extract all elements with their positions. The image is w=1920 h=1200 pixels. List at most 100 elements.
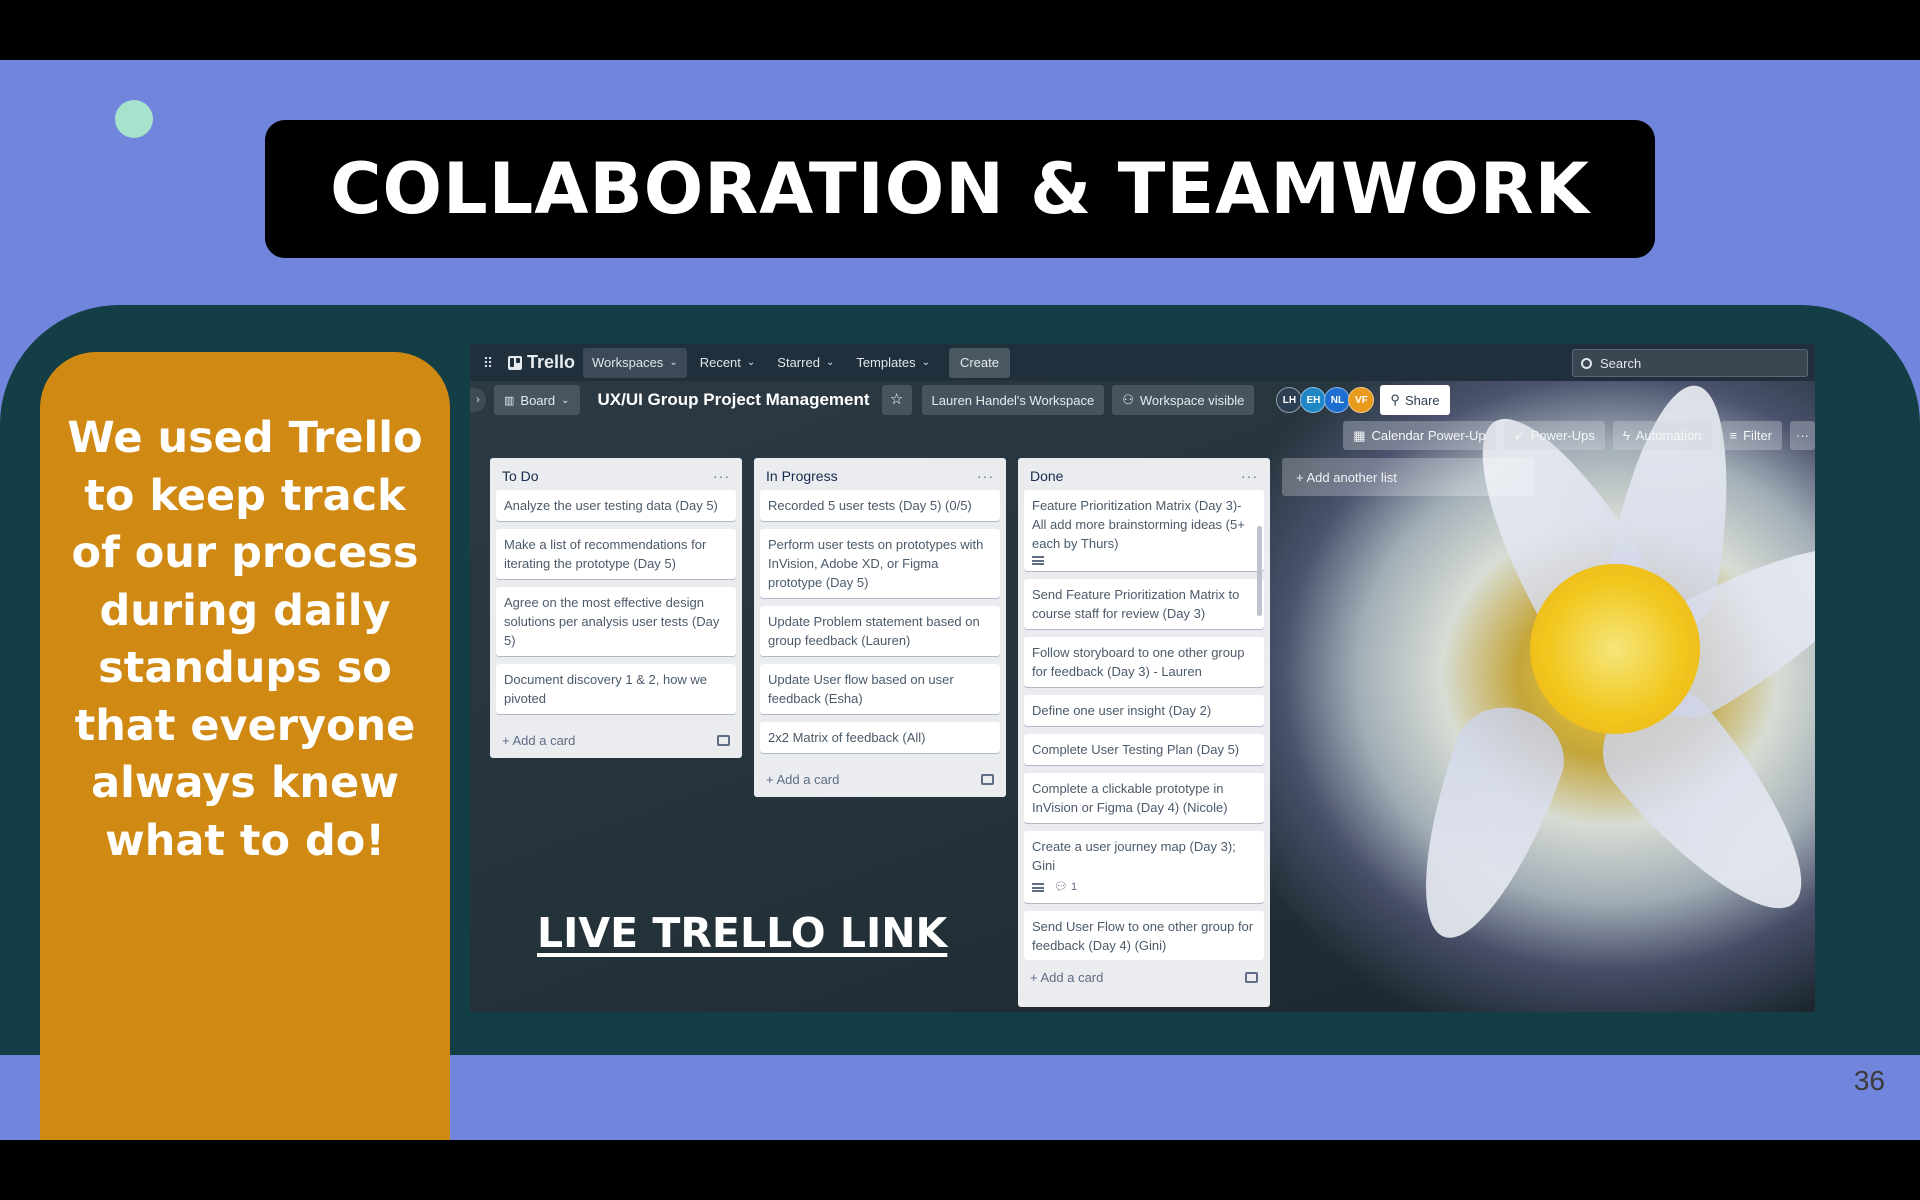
chevron-down-icon: ⌄ xyxy=(746,357,756,368)
board-header: › ▥ Board ⌄ UX/UI Group Project Manageme… xyxy=(470,382,1815,418)
list-card[interactable]: Update User flow based on user feedback … xyxy=(760,664,1000,714)
sidebar-expand-button[interactable]: › xyxy=(470,388,486,412)
slide-title: COLLABORATION & TEAMWORK xyxy=(330,148,1590,230)
list-card[interactable]: Feature Prioritization Matrix (Day 3)- A… xyxy=(1024,490,1264,571)
list-to-do: To Do ··· Analyze the user testing data … xyxy=(490,458,742,758)
filter-button[interactable]: ≡ Filter xyxy=(1719,421,1782,450)
list-menu-icon[interactable]: ··· xyxy=(1241,468,1258,484)
trello-top-nav: ⠿ Trello Workspaces ⌄ Recent ⌄ Starred ⌄… xyxy=(470,344,1815,381)
list-card[interactable]: Follow storyboard to one other group for… xyxy=(1024,637,1264,687)
powerups-button[interactable]: ➶ Power-Ups xyxy=(1503,421,1605,450)
title-banner: COLLABORATION & TEAMWORK xyxy=(265,120,1655,258)
nav-label: Workspaces xyxy=(592,355,664,370)
list-done: Done ··· Feature Prioritization Matrix (… xyxy=(1018,458,1270,1007)
list-scrollbar[interactable] xyxy=(1257,526,1262,616)
nav-templates[interactable]: Templates ⌄ xyxy=(847,348,939,378)
list-card[interactable]: Send User Flow to one other group for fe… xyxy=(1024,911,1264,960)
avatar[interactable]: EH xyxy=(1300,387,1327,413)
flower-petal xyxy=(1392,692,1578,956)
visibility-label: Workspace visible xyxy=(1139,392,1245,408)
chevron-down-icon: ⌄ xyxy=(561,394,570,406)
board-title[interactable]: UX/UI Group Project Management xyxy=(598,390,870,410)
card-title: Create a user journey map (Day 3); Gini xyxy=(1032,839,1236,873)
comment-count: 1 xyxy=(1070,881,1078,893)
avatar[interactable]: VF xyxy=(1348,387,1375,413)
list-card[interactable]: Analyze the user testing data (Day 5) xyxy=(496,490,736,521)
list-card[interactable]: Document discovery 1 & 2, how we pivoted xyxy=(496,664,736,714)
trello-logo-icon xyxy=(508,355,522,370)
comment-icon: 💬︎ xyxy=(1054,881,1068,893)
list-menu-icon[interactable]: ··· xyxy=(713,468,730,484)
member-avatars: LH EH NL VF xyxy=(1276,387,1375,413)
visibility-button[interactable]: ⚇ Workspace visible xyxy=(1112,385,1255,415)
star-icon[interactable]: ☆ xyxy=(881,385,912,415)
workspace-button[interactable]: Lauren Handel's Workspace xyxy=(921,385,1105,415)
list-card[interactable]: Agree on the most effective design solut… xyxy=(496,587,736,656)
add-list-button[interactable]: + Add another list xyxy=(1282,458,1534,496)
list-card[interactable]: Perform user tests on prototypes with In… xyxy=(760,529,1000,598)
card-title: Feature Prioritization Matrix (Day 3)- A… xyxy=(1032,498,1245,551)
grid-icon[interactable]: ⠿ xyxy=(478,353,498,373)
nav-starred[interactable]: Starred ⌄ xyxy=(768,348,843,378)
callout-text: We used Trello to keep track of our proc… xyxy=(67,413,423,866)
list-card[interactable]: Complete User Testing Plan (Day 5) xyxy=(1024,734,1264,765)
list-card[interactable]: Update Problem statement based on group … xyxy=(760,606,1000,656)
powerups-label: Power-Ups xyxy=(1530,428,1595,443)
template-icon[interactable] xyxy=(1245,971,1258,983)
board-view-label: Board xyxy=(520,392,556,408)
add-card-button[interactable]: + Add a card xyxy=(1024,960,1264,994)
rocket-icon: ➶ xyxy=(1513,427,1525,443)
list-card[interactable]: Complete a clickable prototype in InVisi… xyxy=(1024,773,1264,823)
calendar-powerup-button[interactable]: ▦ Calendar Power-Up xyxy=(1343,421,1496,450)
chevron-down-icon: ⌄ xyxy=(921,357,930,368)
list-header[interactable]: In Progress ··· xyxy=(760,464,1000,488)
more-menu-button[interactable]: ··· xyxy=(1790,421,1815,450)
nav-workspaces[interactable]: Workspaces ⌄ xyxy=(583,347,687,378)
description-icon xyxy=(1032,556,1044,565)
callout-box: We used Trello to keep track of our proc… xyxy=(40,352,450,1140)
add-card-button[interactable]: + Add a card xyxy=(496,722,736,758)
create-button[interactable]: Create xyxy=(948,347,1010,378)
people-icon: ⚇ xyxy=(1122,392,1134,407)
template-icon[interactable] xyxy=(717,734,730,746)
share-label: Share xyxy=(1404,392,1440,408)
filter-label: Filter xyxy=(1743,428,1772,443)
list-header[interactable]: To Do ··· xyxy=(496,464,736,488)
accent-dot xyxy=(115,100,153,138)
list-card[interactable]: Recorded 5 user tests (Day 5) (0/5) xyxy=(760,490,1000,521)
add-person-icon: ⚲ xyxy=(1390,392,1400,407)
search-icon xyxy=(1581,357,1592,369)
flower-center xyxy=(1530,564,1700,734)
calendar-label: Calendar Power-Up xyxy=(1371,428,1486,443)
description-icon xyxy=(1032,883,1044,892)
nav-recent[interactable]: Recent ⌄ xyxy=(691,348,765,378)
list-header[interactable]: Done ··· xyxy=(1024,464,1264,488)
list-cards-scroll[interactable]: Feature Prioritization Matrix (Day 3)- A… xyxy=(1024,490,1264,960)
list-card[interactable]: Send Feature Prioritization Matrix to co… xyxy=(1024,579,1264,629)
add-card-button[interactable]: + Add a card xyxy=(760,761,1000,797)
live-trello-link[interactable]: LIVE TRELLO LINK xyxy=(537,909,947,957)
search-input[interactable]: Search xyxy=(1572,349,1808,377)
list-menu-icon[interactable]: ··· xyxy=(977,468,994,484)
filter-icon: ≡ xyxy=(1729,428,1738,443)
list-title: To Do xyxy=(502,468,539,484)
automation-button[interactable]: ϟ Automation xyxy=(1612,421,1712,450)
list-card[interactable]: 2x2 Matrix of feedback (All) xyxy=(760,722,1000,753)
list-card[interactable]: Define one user insight (Day 2) xyxy=(1024,695,1264,726)
list-card[interactable]: Make a list of recommendations for itera… xyxy=(496,529,736,579)
template-icon[interactable] xyxy=(981,773,994,785)
list-in-progress: In Progress ··· Recorded 5 user tests (D… xyxy=(754,458,1006,797)
list-card[interactable]: Create a user journey map (Day 3); Gini … xyxy=(1024,831,1264,903)
avatar[interactable]: NL xyxy=(1324,387,1351,413)
board-view-switcher[interactable]: ▥ Board ⌄ xyxy=(494,385,580,415)
trello-logo[interactable]: Trello xyxy=(508,352,575,373)
chevron-down-icon: ⌄ xyxy=(825,357,835,368)
trello-screenshot: ⠿ Trello Workspaces ⌄ Recent ⌄ Starred ⌄… xyxy=(470,344,1815,1012)
share-button[interactable]: ⚲ Share xyxy=(1380,385,1450,415)
calendar-icon: ▦ xyxy=(1353,427,1366,443)
card-badges xyxy=(1032,556,1256,565)
avatar[interactable]: LH xyxy=(1276,387,1303,413)
page-number: 36 xyxy=(1853,1065,1885,1096)
power-up-bar: ▦ Calendar Power-Up ➶ Power-Ups ϟ Automa… xyxy=(1335,421,1815,450)
chevron-down-icon: ⌄ xyxy=(669,357,678,368)
